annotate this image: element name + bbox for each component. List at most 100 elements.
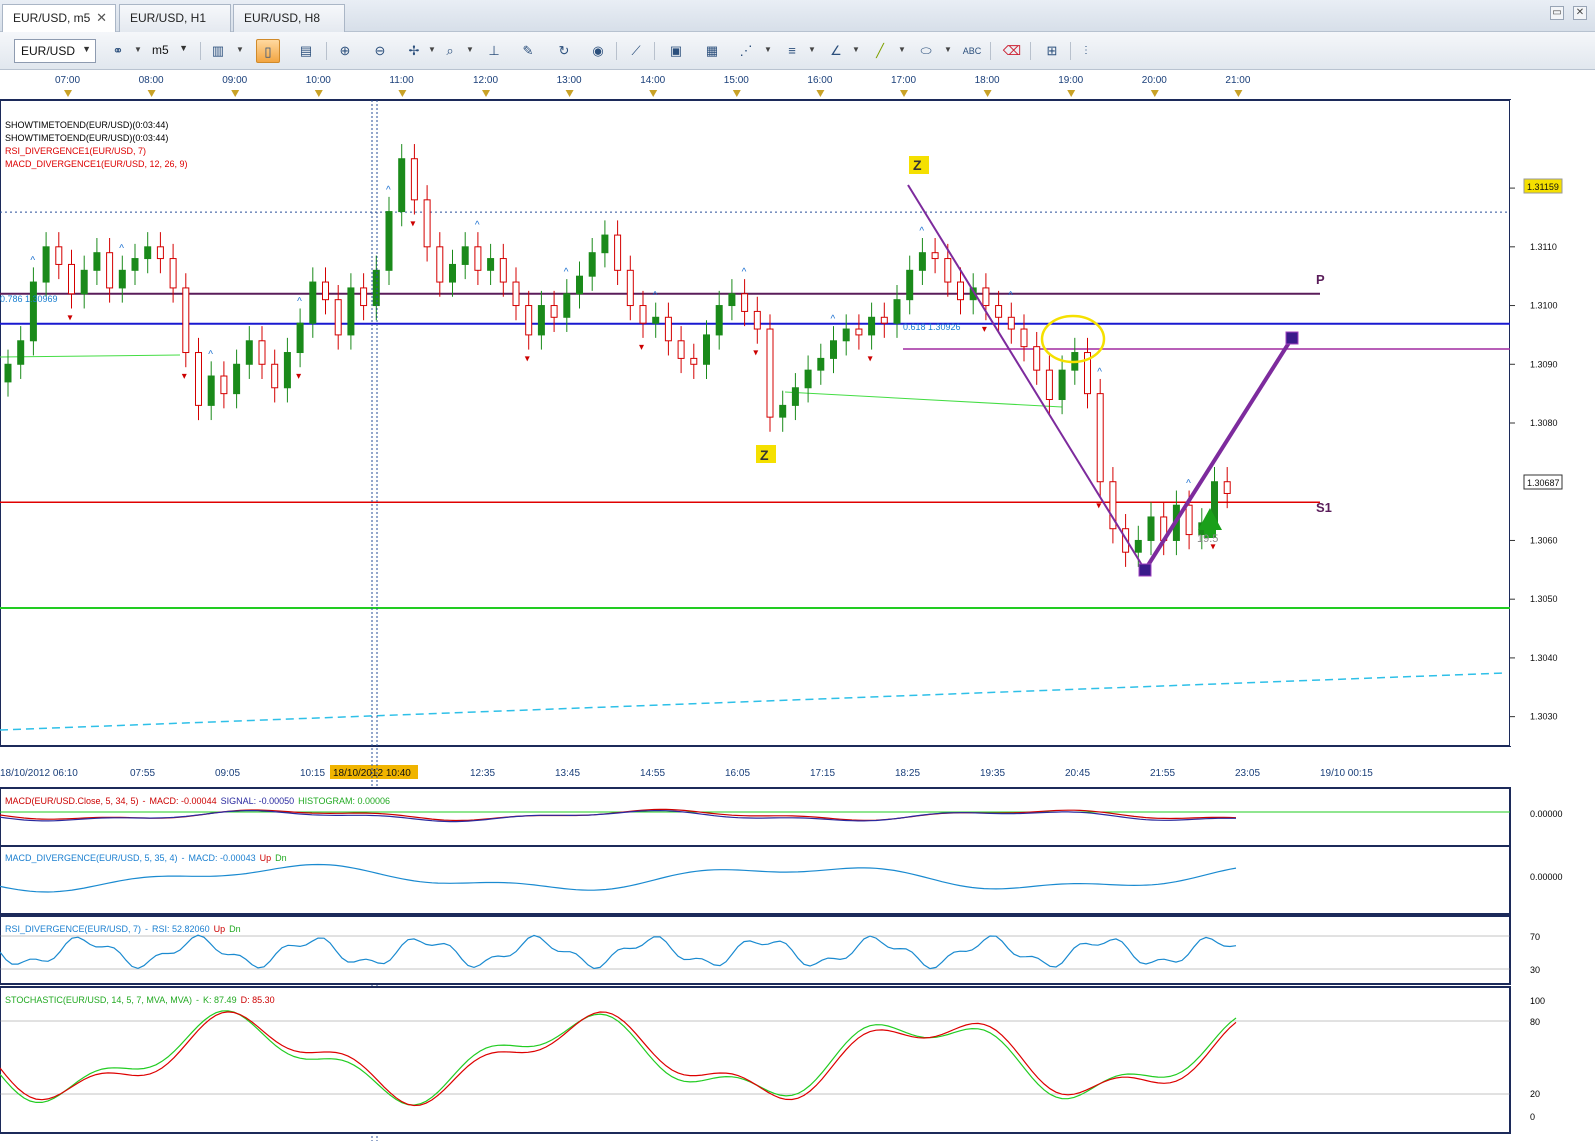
candle-body [741,293,749,312]
candle-body [233,363,241,395]
rsi-divergence-legend: RSI_DIVERGENCE(EUR/USD, 7) - RSI: 52.82060… [5,924,241,934]
candle-body [410,158,418,201]
lines-icon[interactable]: ≡ [780,39,804,63]
candle-body [309,281,317,324]
edit-icon[interactable]: ✎ [516,39,540,63]
candle-body [195,352,202,406]
fractal-up-icon: ^ [653,291,658,302]
restore-icon[interactable]: ▭ [1549,6,1564,20]
macd-axis-label: 0.00000 [1530,809,1563,819]
eraser-icon[interactable]: ⌫ [1000,39,1024,63]
candle-body [830,340,837,359]
candle-body [576,275,583,295]
candle-body [347,287,355,336]
bottom-axis-label: 16:05 [725,768,750,779]
candle-body [169,258,177,289]
objects-icon[interactable]: ⊞ [1040,39,1064,63]
chart-tab-bar: EUR/USD, m5 ✕ EUR/USD, H1 EUR/USD, H8 ▭ … [0,0,1595,32]
top-axis-label: 08:00 [139,75,164,86]
magnifier-icon[interactable]: ⌕ [438,39,462,63]
chevron-down-icon[interactable]: ▼ [236,45,244,54]
ellipse-icon[interactable]: ⬭ [914,39,938,63]
more-icon[interactable]: ⋮ [1074,39,1098,63]
candle-body [131,258,139,271]
chevron-down-icon[interactable]: ▼ [134,45,142,54]
trendline-icon[interactable]: ╱ [868,39,892,63]
zoom-in-icon[interactable]: ⊕ [333,39,357,63]
fractal-down-icon: ▾ [753,348,758,359]
candle-body [614,234,622,271]
candle-body [563,293,571,318]
link-icon[interactable]: ⚭ [106,39,130,63]
candle-body [42,246,50,283]
chevron-down-icon[interactable]: ▼ [466,45,474,54]
template-icon[interactable]: ▦ [700,39,724,63]
timeframe-select[interactable]: m5 ▼ [146,39,192,63]
candle-chart-icon[interactable]: ▯ [256,39,280,63]
candle-body [677,340,685,359]
chevron-down-icon: ▼ [82,44,91,54]
close-icon[interactable]: ✕ [96,10,107,26]
price-label: 1.3100 [1530,301,1558,311]
globe-icon[interactable]: ◉ [586,39,610,63]
pen-icon[interactable]: ∠ [824,39,848,63]
refresh-icon[interactable]: ↻ [552,39,576,63]
close-window-icon[interactable]: ✕ [1573,6,1587,20]
fractal-up-icon: ^ [208,349,213,360]
s1-label: S1 [1316,500,1332,515]
chevron-down-icon[interactable]: ▼ [852,45,860,54]
top-axis-label: 14:00 [640,75,665,86]
candle-body [893,299,901,324]
candle-body [334,299,342,336]
candle-body [1185,504,1193,536]
candle-body [385,211,393,271]
candle-body [639,305,647,324]
chevron-down-icon[interactable]: ▼ [944,45,952,54]
crosshair-icon[interactable]: ✢ [402,39,426,63]
candle-body [715,305,723,336]
tab-eurusd-h8[interactable]: EUR/USD, H8 [233,4,345,32]
picture-icon[interactable]: ▣ [664,39,688,63]
candle-body [372,269,380,307]
period-separator-icon[interactable]: ⊥ [482,39,506,63]
ruler-icon[interactable]: ⟋ [624,39,648,63]
candle-body [550,305,558,318]
fractal-up-icon: ^ [119,244,124,255]
price-label: 1.3060 [1530,535,1558,545]
top-axis-label: 12:00 [473,75,498,86]
tab-eurusd-h1[interactable]: EUR/USD, H1 [119,4,231,32]
toolbar-separator [616,42,617,60]
candle-body [449,263,456,283]
bar-chart-icon[interactable]: ▥ [206,39,230,63]
top-axis-label: 13:00 [557,75,582,86]
candle-body [779,404,787,418]
fractal-up-icon: ^ [386,185,391,196]
zoom-out-icon[interactable]: ⊖ [368,39,392,63]
legend-entry: MACD_DIVERGENCE1(EUR/USD, 12, 26, 9) [5,159,188,169]
macd-divergence-legend: MACD_DIVERGENCE(EUR/USD, 5, 35, 4) - MACD:… [5,853,287,863]
chevron-down-icon[interactable]: ▼ [428,45,436,54]
symbol-select[interactable]: EUR/USD ▼ [14,39,96,63]
fibonacci-icon[interactable]: ⋰ [734,39,758,63]
line-chart-icon[interactable]: ▤ [294,39,318,63]
rsi-axis-high: 70 [1530,932,1540,942]
fractal-down-icon: ▾ [410,219,415,230]
candle-body [271,363,279,389]
candle-body [804,369,812,389]
candle-body [982,287,990,307]
text-icon[interactable]: ABC [960,39,984,63]
chevron-down-icon[interactable]: ▼ [764,45,772,54]
tab-eurusd-m5[interactable]: EUR/USD, m5 ✕ [2,4,116,32]
price-chart[interactable]: 07:00 08:00 09:00 10:00 11:00 12:00 13:00 14:00… [0,70,1595,1141]
candle-body [360,287,368,307]
top-axis-label: 10:00 [306,75,331,86]
chevron-down-icon[interactable]: ▼ [808,45,816,54]
legend-entry: SHOWTIMETOEND(EUR/USD)(0:03:44) [5,133,168,143]
price-label: 1.3040 [1530,653,1558,663]
stochastic-legend: STOCHASTIC(EUR/USD, 14, 5, 7, MVA, MVA) -… [5,995,275,1005]
bottom-axis-label: 20:45 [1065,768,1090,779]
candle-body [258,340,266,365]
trading-terminal: EUR/USD, m5 ✕ EUR/USD, H1 EUR/USD, H8 ▭ … [0,0,1595,1141]
pivot-label: P [1316,272,1325,287]
chevron-down-icon[interactable]: ▼ [898,45,906,54]
